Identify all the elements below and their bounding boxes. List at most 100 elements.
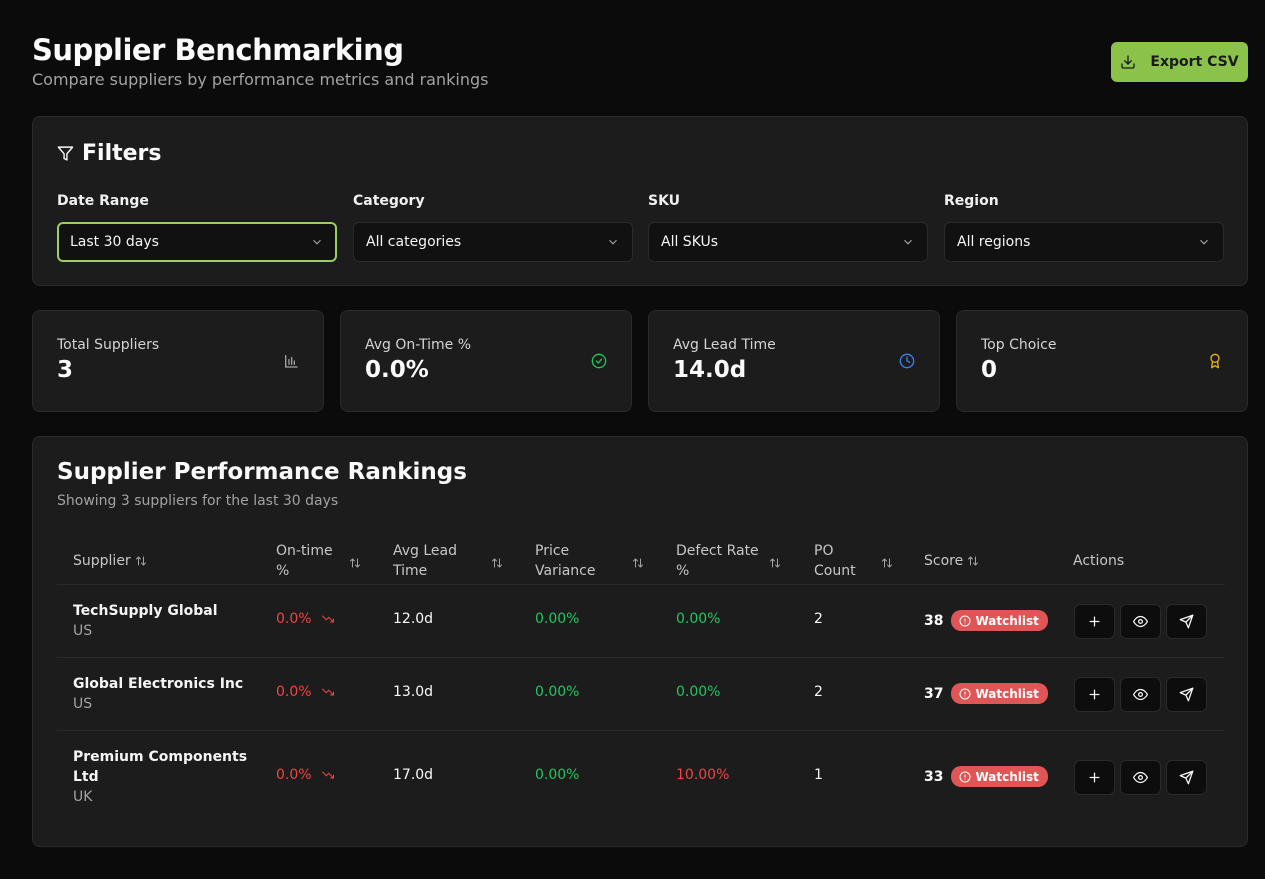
col-defect-rate[interactable]: Defect Rate %	[676, 537, 759, 585]
send-button[interactable]	[1166, 677, 1207, 712]
rankings-subtitle: Showing 3 suppliers for the last 30 days	[57, 493, 339, 509]
score-cell: 38 Watchlist	[924, 610, 1048, 631]
filter-icon	[57, 146, 74, 161]
price-variance-cell: 0.00%	[535, 611, 580, 627]
stat-value: 3	[57, 357, 74, 383]
score-value: 38	[924, 612, 944, 629]
col-ontime-label-2: %	[276, 563, 290, 579]
send-icon	[1179, 614, 1194, 629]
rankings-title: Supplier Performance Rankings	[57, 459, 467, 485]
status-badge-label: Watchlist	[975, 769, 1039, 784]
page-header: Supplier Benchmarking Compare suppliers …	[32, 32, 488, 89]
table-row: TechSupply Global US 0.0% 12.0d 0.00% 0.…	[57, 585, 1225, 658]
rankings-table: Supplier On-time % Avg Lead Time Price V…	[57, 537, 1225, 824]
score-value: 33	[924, 768, 944, 785]
col-lead-label-1: Avg Lead	[393, 543, 458, 559]
filters-title: Filters	[57, 141, 162, 166]
sort-icon[interactable]	[491, 554, 503, 568]
sort-icon[interactable]	[349, 554, 361, 568]
chevron-down-icon	[609, 239, 617, 245]
col-supplier-label: Supplier	[73, 553, 131, 569]
price-variance-cell: 0.00%	[535, 684, 580, 700]
chevron-down-icon	[1200, 239, 1208, 245]
stat-value: 0	[981, 357, 998, 383]
table-header: Supplier On-time % Avg Lead Time Price V…	[57, 537, 1225, 585]
export-csv-label: Export CSV	[1150, 54, 1239, 70]
supplier-name[interactable]: Premium Components Ltd	[73, 747, 253, 787]
col-actions-label: Actions	[1073, 553, 1125, 569]
col-ontime-label-1: On-time	[276, 543, 333, 559]
region-value: All regions	[957, 234, 1031, 250]
page-subtitle: Compare suppliers by performance metrics…	[32, 70, 489, 89]
supplier-cell: Premium Components Ltd UK	[73, 747, 253, 807]
region-select[interactable]: All regions	[944, 222, 1224, 262]
supplier-name[interactable]: Global Electronics Inc	[73, 674, 243, 694]
eye-icon	[1133, 688, 1148, 701]
trending-down-icon	[321, 615, 334, 623]
col-price-variance[interactable]: Price Variance	[535, 537, 595, 585]
plus-icon	[1089, 689, 1100, 700]
send-icon	[1179, 770, 1194, 785]
region-filter: Region All regions	[944, 193, 1224, 262]
stat-label: Top Choice	[981, 337, 1057, 353]
col-lead-time[interactable]: Avg Lead Time	[393, 537, 457, 585]
sort-icon	[967, 555, 979, 567]
category-value: All categories	[366, 234, 462, 250]
sort-icon[interactable]	[769, 554, 781, 568]
clock-icon	[899, 353, 915, 369]
sku-filter: SKU All SKUs	[648, 193, 928, 262]
status-badge-label: Watchlist	[975, 613, 1039, 628]
supplier-cell: Global Electronics Inc US	[73, 674, 243, 714]
supplier-region: US	[73, 696, 93, 712]
ontime-cell: 0.0%	[276, 684, 334, 700]
send-button[interactable]	[1166, 760, 1207, 795]
region-label: Region	[944, 193, 999, 209]
export-csv-button[interactable]: Export CSV	[1111, 42, 1248, 82]
date-range-filter: Date Range Last 30 days	[57, 193, 337, 262]
status-badge: Watchlist	[951, 766, 1048, 787]
col-score[interactable]: Score	[924, 537, 979, 585]
sku-select[interactable]: All SKUs	[648, 222, 928, 262]
view-button[interactable]	[1120, 760, 1161, 795]
date-range-value: Last 30 days	[70, 234, 159, 250]
add-button[interactable]	[1074, 677, 1115, 712]
plus-icon	[1089, 616, 1100, 627]
supplier-name[interactable]: TechSupply Global	[73, 601, 218, 621]
trending-down-icon	[321, 771, 334, 779]
alert-circle-icon	[959, 615, 971, 626]
send-icon	[1179, 687, 1194, 702]
view-button[interactable]	[1120, 604, 1161, 639]
award-icon	[1210, 353, 1220, 369]
filters-panel: Filters Date Range Last 30 days Category…	[32, 116, 1248, 286]
stat-label: Avg Lead Time	[673, 337, 776, 353]
sort-icon[interactable]	[881, 554, 893, 568]
defect-rate-cell: 10.00%	[676, 767, 730, 783]
table-row: Premium Components Ltd UK 0.0% 17.0d 0.0…	[57, 731, 1225, 824]
stat-card-top-choice: Top Choice 0	[956, 310, 1248, 412]
alert-circle-icon	[959, 771, 971, 782]
page-title: Supplier Benchmarking	[32, 33, 404, 67]
col-price-label-1: Price	[535, 543, 570, 559]
status-badge: Watchlist	[951, 610, 1048, 631]
send-button[interactable]	[1166, 604, 1207, 639]
price-variance-cell: 0.00%	[535, 767, 580, 783]
table-row: Global Electronics Inc US 0.0% 13.0d 0.0…	[57, 658, 1225, 731]
col-po-label-1: PO	[814, 543, 834, 559]
category-select[interactable]: All categories	[353, 222, 633, 262]
sort-icon[interactable]	[632, 554, 644, 568]
add-button[interactable]	[1074, 604, 1115, 639]
stat-value: 14.0d	[673, 357, 747, 383]
stat-label: Total Suppliers	[57, 337, 160, 353]
col-po-count[interactable]: PO Count	[814, 537, 856, 585]
date-range-select[interactable]: Last 30 days	[57, 222, 337, 262]
col-ontime[interactable]: On-time %	[276, 537, 333, 585]
po-count-cell: 2	[814, 684, 823, 700]
lead-time-cell: 13.0d	[393, 684, 434, 700]
col-supplier[interactable]: Supplier	[73, 537, 147, 585]
sku-label: SKU	[648, 193, 681, 209]
filters-heading: Filters	[82, 141, 162, 166]
add-button[interactable]	[1074, 760, 1115, 795]
view-button[interactable]	[1120, 677, 1161, 712]
sort-icon	[135, 555, 147, 567]
col-price-label-2: Variance	[535, 563, 596, 579]
